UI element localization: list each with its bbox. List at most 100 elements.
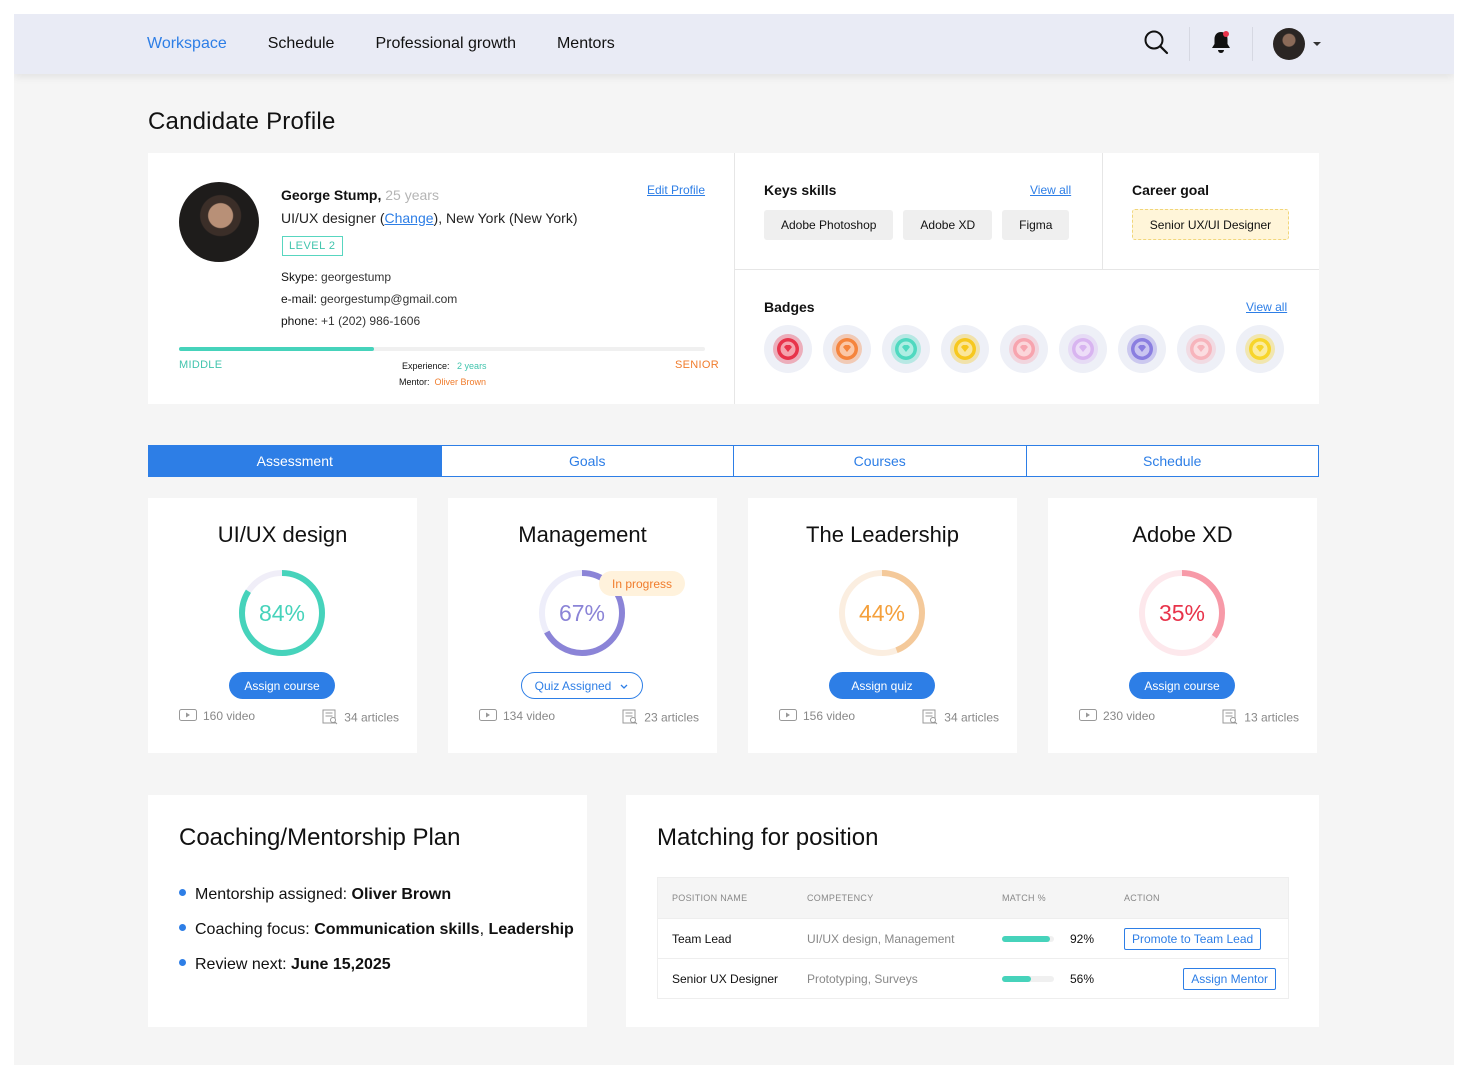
career-goal-title: Career goal — [1132, 182, 1210, 198]
promote-button[interactable]: Promote to Team Lead — [1124, 927, 1262, 950]
button-label: Assign quiz — [851, 678, 913, 693]
article-icon — [922, 709, 938, 728]
article-count: 13 articles — [1222, 709, 1299, 728]
match-bar-fill — [1002, 976, 1032, 983]
badge-icon[interactable] — [764, 325, 812, 373]
tab-assessment[interactable]: Assessment — [149, 446, 442, 476]
column-header: ACTION — [1124, 893, 1160, 903]
badge-icon[interactable] — [1236, 325, 1284, 373]
item-value: Communication skills — [314, 921, 480, 938]
button-label: Assign course — [1144, 678, 1220, 693]
career-goal-section: Career goal Senior UX/UI Designer — [1103, 153, 1319, 270]
article-count: 34 articles — [322, 709, 399, 728]
item-label: Coaching focus: — [195, 921, 315, 938]
profile-avatar — [179, 182, 259, 262]
email-value: georgestump@gmail.com — [320, 292, 458, 306]
assessment-action-button[interactable]: Quiz Assigned — [521, 672, 643, 699]
coaching-list: Mentorship assigned: Oliver Brown Coachi… — [179, 877, 574, 982]
notification-bell-icon[interactable] — [1210, 30, 1232, 59]
status-badge: In progress — [599, 571, 685, 596]
table-header: POSITION NAME COMPETENCY MATCH % ACTION — [658, 878, 1288, 918]
table-row: Team Lead UI/UX design, Management 92% P… — [658, 918, 1288, 958]
video-icon — [1079, 709, 1097, 724]
location-text: ), New York (New York) — [433, 210, 578, 226]
assessment-stats: 156 video 34 articles — [779, 709, 999, 728]
item-label: Review next: — [195, 956, 292, 973]
badge-icon[interactable] — [882, 325, 930, 373]
badge-icon[interactable] — [1118, 325, 1166, 373]
position-cell: Senior UX Designer — [672, 971, 779, 986]
badge-icon[interactable] — [1000, 325, 1048, 373]
video-count-label: 134 video — [503, 709, 556, 723]
tab-schedule[interactable]: Schedule — [1027, 446, 1319, 476]
user-avatar[interactable] — [1273, 28, 1305, 60]
match-bar-fill — [1002, 936, 1050, 943]
assessment-action-button[interactable]: Assign course — [229, 672, 335, 699]
badge-icon[interactable] — [1177, 325, 1225, 373]
assessment-card: The Leadership 44% Assign quiz 156 video 34 … — [748, 498, 1017, 753]
nav-workspace[interactable]: Workspace — [147, 35, 227, 53]
match-cell: 56% — [1002, 972, 1124, 986]
progress-ring: 44% — [834, 565, 930, 661]
assign-mentor-button[interactable]: Assign Mentor — [1183, 967, 1276, 990]
nav-schedule[interactable]: Schedule — [268, 35, 335, 53]
match-value: 92% — [1070, 931, 1095, 946]
nav-mentors[interactable]: Mentors — [557, 35, 615, 53]
video-count: 134 video — [479, 709, 555, 728]
level-from-label: MIDDLE — [179, 359, 223, 371]
badge-icon[interactable] — [823, 325, 871, 373]
match-value: 56% — [1070, 971, 1095, 986]
article-count-label: 23 articles — [644, 710, 699, 725]
profile-card: George Stump, 25 years Edit Profile UI/U… — [148, 153, 1319, 404]
article-icon — [322, 709, 338, 728]
badge-icon[interactable] — [1059, 325, 1107, 373]
action-cell: Assign Mentor — [1124, 967, 1288, 990]
level-to-label: SENIOR — [675, 359, 719, 371]
experience-label: Experience: — [402, 361, 450, 371]
progress-ring: 84% — [234, 565, 330, 661]
article-count-label: 34 articles — [944, 710, 999, 725]
matching-title: Matching for position — [657, 824, 879, 851]
progress-percent: 84% — [258, 599, 306, 626]
phone-value: +1 (202) 986-1606 — [321, 314, 421, 328]
divider — [1189, 27, 1190, 61]
top-navbar: Workspace Schedule Professional growth M… — [14, 14, 1454, 74]
video-count: 160 video — [179, 709, 255, 728]
assessment-action-button[interactable]: Assign course — [1129, 672, 1235, 699]
matching-card: Matching for position POSITION NAME COMP… — [626, 795, 1319, 1027]
match-bar — [1002, 936, 1054, 943]
item-value: Leadership — [488, 921, 574, 938]
action-cell: Promote to Team Lead — [1124, 927, 1288, 950]
search-icon[interactable] — [1143, 29, 1169, 60]
progress-percent: 44% — [858, 599, 906, 626]
progress-ring: 35% — [1134, 565, 1230, 661]
profile-name-line: George Stump, 25 years — [281, 187, 439, 203]
tab-goals[interactable]: Goals — [442, 446, 734, 476]
article-count-label: 13 articles — [1244, 710, 1299, 725]
app-frame: Workspace Schedule Professional growth M… — [14, 14, 1454, 1065]
main-nav: Workspace Schedule Professional growth M… — [147, 14, 615, 74]
badges-view-all-link[interactable]: View all — [1246, 300, 1287, 314]
mentor-value: Oliver Brown — [434, 377, 487, 387]
assessment-card: Management 67% In progress Quiz Assigned 134… — [448, 498, 717, 753]
assessment-stats: 160 video 34 articles — [179, 709, 399, 728]
profile-age: 25 years — [385, 187, 439, 203]
nav-professional-growth[interactable]: Professional growth — [375, 35, 516, 53]
phone-label: phone: — [281, 314, 318, 328]
skype-label: Skype: — [281, 270, 318, 284]
assessment-action-button[interactable]: Assign quiz — [829, 672, 935, 699]
assessment-title: UI/UX design — [217, 522, 348, 547]
chevron-down-icon — [620, 684, 628, 689]
progress-percent: 35% — [1158, 599, 1206, 626]
badge-icon[interactable] — [941, 325, 989, 373]
tab-courses[interactable]: Courses — [734, 446, 1027, 476]
page-title: Candidate Profile — [148, 108, 336, 135]
profile-info: George Stump, 25 years Edit Profile UI/U… — [148, 153, 735, 404]
change-role-link[interactable]: Change — [384, 210, 433, 226]
chevron-down-icon[interactable] — [1313, 42, 1321, 46]
column-header: COMPETENCY — [807, 893, 874, 903]
edit-profile-link[interactable]: Edit Profile — [647, 183, 705, 197]
skill-chip: Figma — [1002, 210, 1070, 240]
skills-view-all-link[interactable]: View all — [1030, 183, 1071, 197]
email-label: e-mail: — [281, 292, 318, 306]
